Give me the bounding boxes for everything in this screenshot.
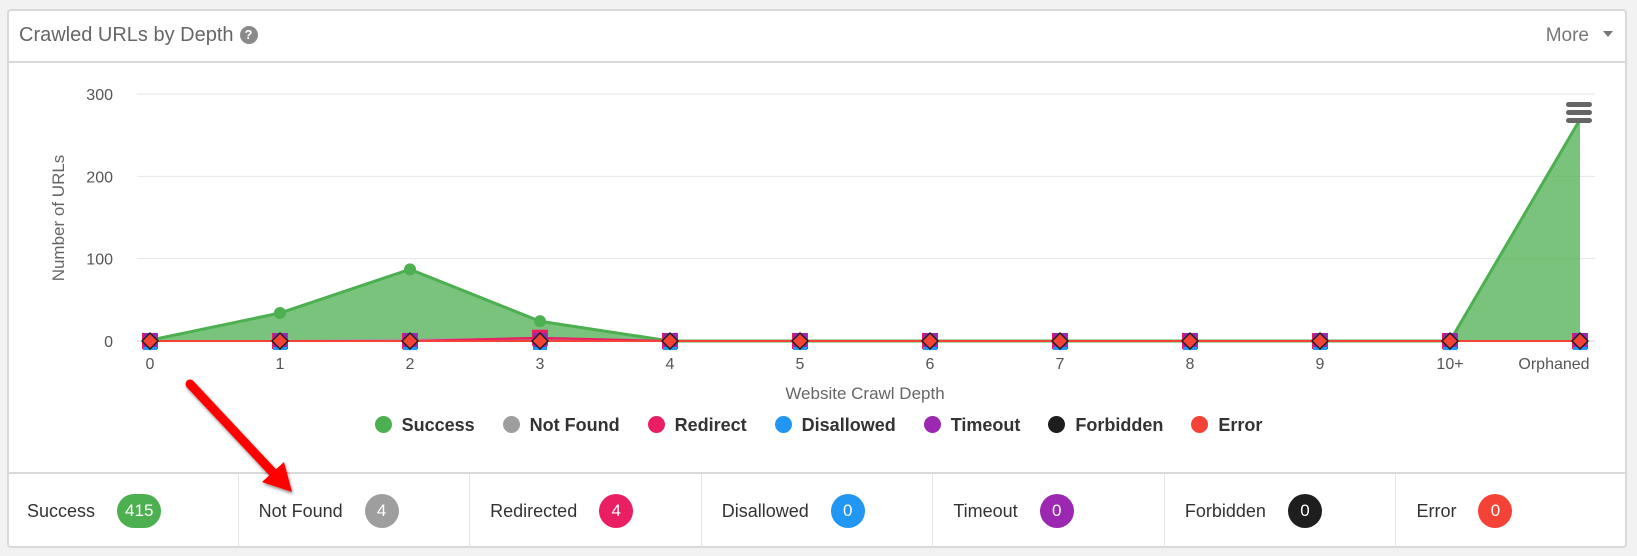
count-badge: 415 <box>117 494 162 528</box>
count-badge: 0 <box>1478 494 1513 528</box>
legend-label: Redirect <box>674 415 747 435</box>
y-tick-label: 200 <box>86 169 113 186</box>
hamburger-bar <box>1566 110 1592 115</box>
legend-dot-icon <box>923 416 941 433</box>
x-tick-label: 10+ <box>1436 356 1463 373</box>
x-tick-label: 0 <box>146 356 155 373</box>
hamburger-bar <box>1566 118 1592 123</box>
stat-timeout[interactable]: Timeout 0 <box>933 474 1165 548</box>
x-tick-label: 7 <box>1056 356 1065 373</box>
stat-error[interactable]: Error 0 <box>1396 474 1627 548</box>
legend-label: Not Found <box>529 415 620 435</box>
chart-legend: Success Not Found Redirect Disallowed Timeou… <box>0 415 1637 436</box>
area-success <box>150 119 1580 341</box>
legend-item-not-found[interactable]: Not Found <box>502 415 620 436</box>
y-tick-label: 0 <box>104 334 113 351</box>
stat-label: Timeout <box>953 500 1018 521</box>
x-tick-label: Orphaned <box>1518 356 1589 373</box>
status-summary-bar: Success 415 Not Found 4 Redirected 4 Disallowe… <box>7 472 1627 548</box>
stat-forbidden[interactable]: Forbidden 0 <box>1165 474 1397 548</box>
y-tick-label: 300 <box>86 87 113 104</box>
hamburger-menu-icon[interactable] <box>1566 102 1592 123</box>
count-badge: 4 <box>364 494 399 528</box>
stat-label: Error <box>1416 500 1457 521</box>
stat-disallowed[interactable]: Disallowed 0 <box>702 474 934 548</box>
count-badge: 0 <box>1287 494 1322 528</box>
legend-label: Timeout <box>950 415 1021 435</box>
area-chart: 0 100 200 300 0 1 2 3 4 5 6 7 8 9 10+ Orphaned Website C… <box>49 87 1595 403</box>
x-tick-label: 6 <box>926 356 935 373</box>
marker-success <box>274 307 286 320</box>
x-tick-label: 9 <box>1316 356 1325 373</box>
legend-item-error[interactable]: Error <box>1191 415 1262 436</box>
x-tick-label: 3 <box>536 356 545 373</box>
stat-label: Success <box>27 500 96 521</box>
y-tick-label: 100 <box>86 252 113 269</box>
count-badge: 4 <box>599 494 634 528</box>
marker-success <box>534 315 546 328</box>
x-axis-title: Website Crawl Depth <box>785 384 944 403</box>
legend-dot-icon <box>1191 416 1209 433</box>
stat-not-found[interactable]: Not Found 4 <box>239 474 471 548</box>
legend-item-timeout[interactable]: Timeout <box>923 415 1021 436</box>
stat-label: Disallowed <box>721 500 809 521</box>
legend-item-disallowed[interactable]: Disallowed <box>774 415 896 436</box>
stat-label: Redirected <box>490 500 578 521</box>
marker-success <box>404 263 416 276</box>
stat-redirected[interactable]: Redirected 4 <box>470 474 702 548</box>
hamburger-bar <box>1566 102 1592 107</box>
legend-dot-icon <box>774 416 792 433</box>
legend-dot-icon <box>647 416 665 433</box>
stat-label: Not Found <box>258 500 343 521</box>
legend-dot-icon <box>1048 416 1066 433</box>
count-badge: 0 <box>1039 494 1074 528</box>
x-tick-label: 5 <box>796 356 805 373</box>
stat-label: Forbidden <box>1184 500 1266 521</box>
x-tick-label: 1 <box>276 356 285 373</box>
stat-success[interactable]: Success 415 <box>7 474 239 548</box>
x-tick-label: 8 <box>1186 356 1195 373</box>
y-axis-title: Number of URLs <box>49 155 68 282</box>
legend-label: Success <box>401 415 475 435</box>
legend-item-success[interactable]: Success <box>374 415 475 436</box>
legend-dot-icon <box>502 416 520 433</box>
legend-label: Disallowed <box>801 415 896 435</box>
x-tick-label: 2 <box>406 356 415 373</box>
x-tick-label: 4 <box>666 356 675 373</box>
legend-label: Error <box>1218 415 1263 435</box>
count-badge: 0 <box>830 494 865 528</box>
legend-label: Forbidden <box>1075 415 1164 435</box>
legend-item-redirect[interactable]: Redirect <box>647 415 747 436</box>
legend-item-forbidden[interactable]: Forbidden <box>1048 415 1163 436</box>
legend-dot-icon <box>374 416 392 433</box>
